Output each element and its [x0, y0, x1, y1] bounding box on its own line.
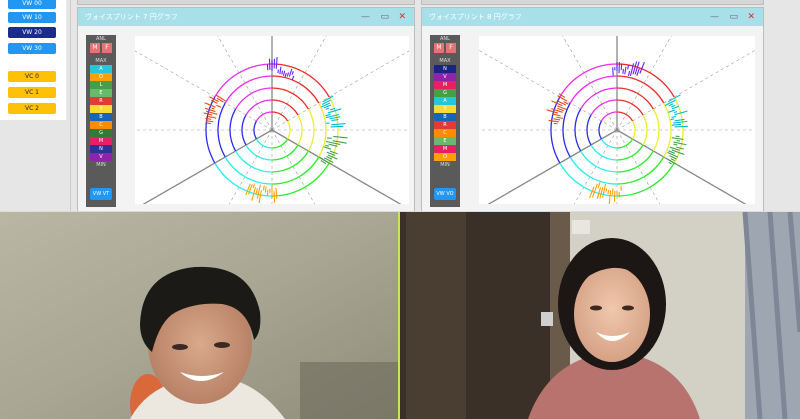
- app-screen-share: VW 00 VW 10 VW 20 VW 30 VC 0 VC 1 VC 2 ヴ…: [0, 0, 800, 211]
- minimize-icon[interactable]: —: [710, 8, 719, 26]
- color-swatch[interactable]: V: [434, 73, 456, 81]
- max-label: MAX: [439, 58, 451, 64]
- vc-1-button[interactable]: VC 1: [8, 87, 56, 98]
- window-title-bar: ヴォイスプリント 8 円グラフ — ▭ ✕: [422, 8, 763, 26]
- color-palette: ANL M F MAX NVMGAYBRCEMO MIN: [430, 35, 460, 207]
- color-swatch[interactable]: L: [90, 81, 112, 89]
- circle-chart-canvas: [417, 0, 800, 211]
- color-swatch[interactable]: N: [90, 145, 112, 153]
- upper-window-edge: [421, 0, 764, 5]
- sidebar: VW 00 VW 10 VW 20 VW 30 VC 0 VC 1 VC 2: [0, 0, 66, 120]
- video-tile-right: [400, 212, 800, 419]
- color-swatch[interactable]: O: [90, 73, 112, 81]
- upper-window-edge: [77, 0, 415, 5]
- vw-00-button[interactable]: VW 00: [8, 0, 56, 9]
- color-swatch[interactable]: B: [434, 113, 456, 121]
- window-title-bar: ヴォイスプリント 7 円グラフ — ▭ ✕: [78, 8, 414, 26]
- palette-header: ANL: [440, 36, 450, 42]
- color-swatch[interactable]: N: [434, 65, 456, 73]
- window-title: ヴォイスプリント 7 円グラフ: [85, 13, 178, 21]
- color-swatch[interactable]: V: [90, 153, 112, 161]
- circle-chart-canvas: [72, 0, 472, 211]
- color-swatch[interactable]: A: [434, 97, 456, 105]
- close-icon[interactable]: ✕: [398, 8, 406, 26]
- participant-right-video: [400, 212, 800, 419]
- window-title: ヴォイスプリント 8 円グラフ: [429, 13, 522, 21]
- vw-bottom-button[interactable]: VW VT: [90, 188, 112, 200]
- color-swatch[interactable]: R: [434, 121, 456, 129]
- max-label: MAX: [95, 58, 107, 64]
- color-swatch[interactable]: B: [90, 113, 112, 121]
- vc-0-button[interactable]: VC 0: [8, 71, 56, 82]
- color-swatch[interactable]: Y: [90, 105, 112, 113]
- color-swatch[interactable]: C: [90, 121, 112, 129]
- color-palette: ANL M F MAX AOLERYBCGMNV MIN: [86, 35, 116, 207]
- color-swatch[interactable]: G: [434, 89, 456, 97]
- sidebar-divider: [70, 0, 71, 211]
- vc-2-button[interactable]: VC 2: [8, 103, 56, 114]
- color-swatch[interactable]: E: [90, 89, 112, 97]
- color-swatch[interactable]: M: [90, 137, 112, 145]
- color-swatch[interactable]: Y: [434, 105, 456, 113]
- color-swatch[interactable]: O: [434, 153, 456, 161]
- mode-m-button[interactable]: M: [434, 43, 444, 53]
- color-swatch[interactable]: M: [434, 145, 456, 153]
- color-swatch[interactable]: C: [434, 129, 456, 137]
- vw-30-button[interactable]: VW 30: [8, 43, 56, 54]
- palette-header: ANL: [96, 36, 106, 42]
- mode-f-button[interactable]: F: [102, 43, 112, 53]
- color-swatch[interactable]: E: [434, 137, 456, 145]
- color-swatch[interactable]: A: [90, 65, 112, 73]
- vw-10-button[interactable]: VW 10: [8, 12, 56, 23]
- color-swatch[interactable]: M: [434, 81, 456, 89]
- video-tile-left: [0, 212, 398, 419]
- restore-icon[interactable]: ▭: [729, 8, 738, 26]
- minimize-icon[interactable]: —: [361, 8, 370, 26]
- voiceprint-window-7: ヴォイスプリント 7 円グラフ — ▭ ✕ ANL M F MAX AOLERY…: [72, 0, 472, 211]
- voiceprint-window-8: ヴォイスプリント 8 円グラフ — ▭ ✕ ANL M F MAX NVMGAY…: [417, 0, 800, 211]
- vw-20-button[interactable]: VW 20: [8, 27, 56, 38]
- color-swatch[interactable]: R: [90, 97, 112, 105]
- chart-grid: [417, 0, 800, 211]
- participant-left-video: [0, 212, 398, 419]
- min-label: MIN: [96, 162, 106, 168]
- min-label: MIN: [440, 162, 450, 168]
- vw-bottom-button[interactable]: VW VO: [434, 188, 456, 200]
- mode-f-button[interactable]: F: [446, 43, 456, 53]
- color-swatch[interactable]: G: [90, 129, 112, 137]
- close-icon[interactable]: ✕: [747, 8, 755, 26]
- radial-voiceprint-chart: [417, 0, 800, 211]
- radial-voiceprint-chart: [72, 0, 472, 211]
- mode-m-button[interactable]: M: [90, 43, 100, 53]
- restore-icon[interactable]: ▭: [380, 8, 389, 26]
